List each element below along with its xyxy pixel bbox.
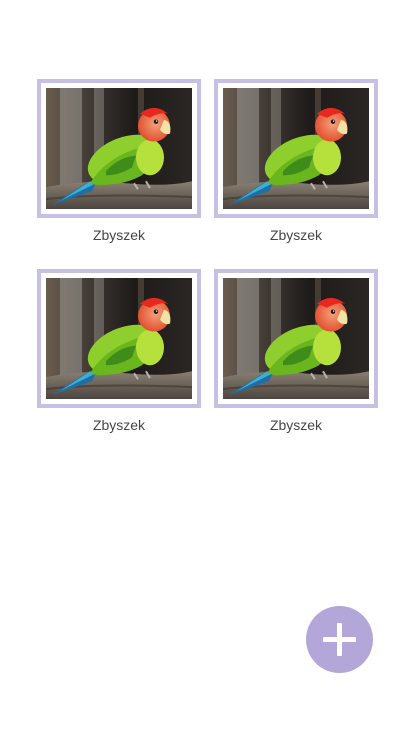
photo-frame — [214, 269, 378, 408]
photo-frame — [214, 79, 378, 218]
lovebird-photo — [223, 88, 369, 209]
lovebird-photo — [223, 278, 369, 399]
gallery-card[interactable]: Zbyszek — [214, 269, 378, 433]
plus-icon — [323, 623, 356, 656]
photo-frame — [37, 269, 201, 408]
lovebird-photo — [46, 278, 192, 399]
photo-mat — [218, 83, 374, 214]
card-caption: Zbyszek — [92, 227, 146, 243]
card-caption: Zbyszek — [269, 227, 323, 243]
gallery-card[interactable]: Zbyszek — [37, 79, 201, 243]
lovebird-photo — [46, 88, 192, 209]
gallery-card[interactable]: Zbyszek — [37, 269, 201, 433]
photo-frame — [37, 79, 201, 218]
card-caption: Zbyszek — [269, 417, 323, 433]
photo-mat — [41, 83, 197, 214]
photo-mat — [41, 273, 197, 404]
gallery-card[interactable]: Zbyszek — [214, 79, 378, 243]
card-caption: Zbyszek — [92, 417, 146, 433]
add-button[interactable] — [306, 606, 373, 673]
photo-mat — [218, 273, 374, 404]
